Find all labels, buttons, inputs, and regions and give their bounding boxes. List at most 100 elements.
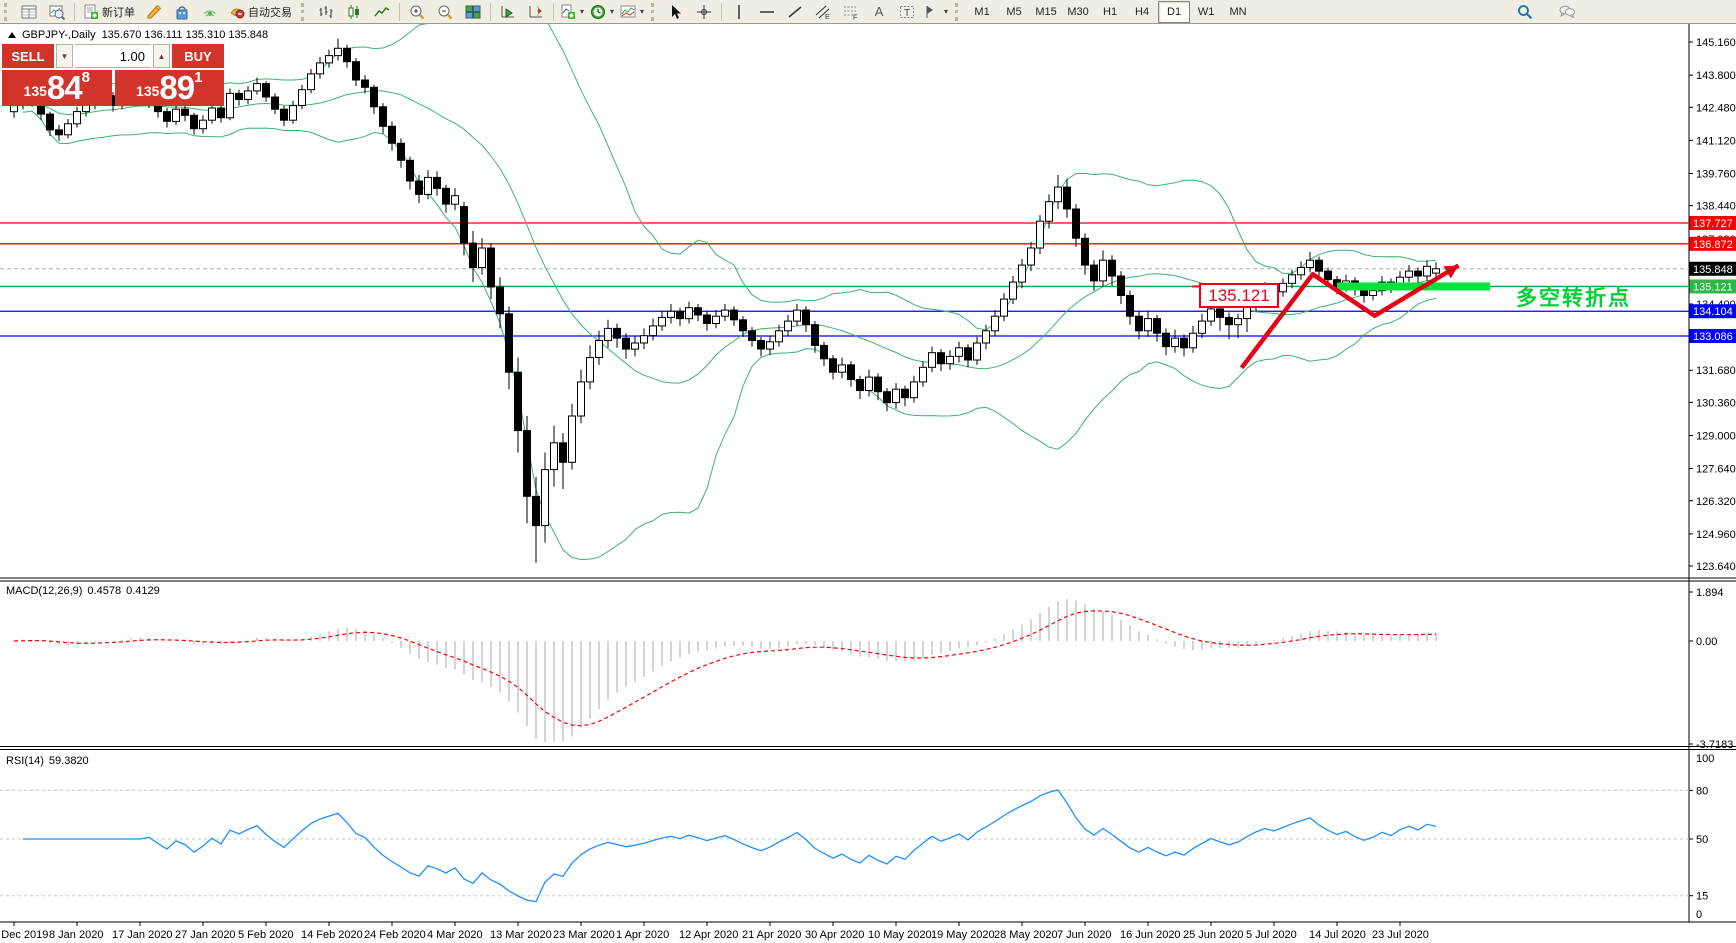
toolbar-drag-handle[interactable] [651, 3, 659, 21]
periods-button[interactable]: ▾ [587, 1, 617, 23]
svg-text:139.760: 139.760 [1696, 168, 1736, 180]
indicators-button[interactable]: ▾ [557, 1, 587, 23]
timeframe-m30-button[interactable]: M30 [1062, 1, 1094, 23]
svg-text:135.848: 135.848 [1693, 264, 1733, 276]
zoom-in-button[interactable] [403, 1, 431, 23]
volume-increase-button[interactable]: ▲ [153, 44, 170, 68]
strategy-tester-button[interactable] [43, 1, 71, 23]
svg-text:30 Apr 2020: 30 Apr 2020 [805, 929, 864, 941]
macd-value-signal: 0.4129 [126, 585, 160, 597]
svg-text:27 Jan 2020: 27 Jan 2020 [175, 929, 236, 941]
svg-text:134.104: 134.104 [1693, 306, 1733, 318]
timeframe-w1-button[interactable]: W1 [1190, 1, 1222, 23]
timeframe-m1-button[interactable]: M1 [966, 1, 998, 23]
timeframe-mn-button[interactable]: MN [1222, 1, 1254, 23]
timeframe-h1-button[interactable]: H1 [1094, 1, 1126, 23]
svg-text:24 Feb 2020: 24 Feb 2020 [364, 929, 426, 941]
bar-chart-button[interactable] [312, 1, 340, 23]
tile-windows-button[interactable] [459, 1, 487, 23]
svg-text:0: 0 [1696, 909, 1702, 921]
buy-price-pip: 1 [194, 71, 202, 85]
svg-text:-3.7183: -3.7183 [1696, 739, 1733, 751]
svg-text:15: 15 [1696, 891, 1708, 903]
fibonacci-tool-button[interactable]: F [837, 1, 865, 23]
svg-text:1 Apr 2020: 1 Apr 2020 [616, 929, 669, 941]
symbol-triangle-icon [8, 32, 16, 38]
svg-text:10 May 2020: 10 May 2020 [868, 929, 932, 941]
buy-button[interactable]: BUY [172, 44, 224, 68]
search-button[interactable] [1511, 1, 1539, 23]
sell-price-big: 84 [47, 73, 82, 103]
toolbar: 新订单 自动交易 ▾ ▾ ▾ E F A T ▾ [0, 0, 1736, 24]
metaeditor-button[interactable] [140, 1, 168, 23]
volume-input[interactable] [75, 44, 151, 68]
sell-price-panel[interactable]: 135 84 8 [2, 70, 112, 106]
toolbar-drag-handle[interactable] [4, 3, 12, 21]
auto-trading-button[interactable]: 自动交易 [224, 1, 297, 23]
macd-title: MACD(12,26,9) [6, 585, 82, 597]
ohlc-values: 135.670 136.111 135.310 135.848 [102, 29, 269, 41]
market-watch-button[interactable] [15, 1, 43, 23]
svg-text:126.320: 126.320 [1696, 496, 1736, 508]
text-tool-button[interactable]: A [865, 1, 893, 23]
sell-price-pip: 8 [82, 71, 90, 85]
signals-button[interactable] [196, 1, 224, 23]
sell-price-figure: 135 [24, 79, 47, 103]
toolbar-drag-handle[interactable] [955, 3, 963, 21]
svg-text:0.00: 0.00 [1696, 636, 1717, 648]
svg-text:136.872: 136.872 [1693, 239, 1733, 251]
auto-trading-label: 自动交易 [248, 4, 292, 20]
rsi-pane-header: RSI(14) 59.3820 [6, 755, 89, 767]
toolbar-drag-handle[interactable] [301, 3, 309, 21]
svg-text:17 Jan 2020: 17 Jan 2020 [112, 929, 173, 941]
buy-price-panel[interactable]: 135 89 1 [115, 70, 225, 106]
market-button[interactable] [168, 1, 196, 23]
svg-text:143.800: 143.800 [1696, 70, 1736, 82]
macd-indicator [14, 599, 1436, 742]
vertical-line-tool-button[interactable] [725, 1, 753, 23]
trendline-tool-button[interactable] [781, 1, 809, 23]
fibo-letter: F [853, 14, 857, 20]
volume-decrease-button[interactable]: ▼ [56, 44, 73, 68]
svg-text:21 Apr 2020: 21 Apr 2020 [742, 929, 801, 941]
sell-button[interactable]: SELL [2, 44, 54, 68]
auto-scroll-button[interactable] [494, 1, 522, 23]
timeframe-m5-button[interactable]: M5 [998, 1, 1030, 23]
svg-text:80: 80 [1696, 785, 1708, 797]
candlestick-chart-button[interactable] [340, 1, 368, 23]
svg-text:19 May 2020: 19 May 2020 [931, 929, 995, 941]
buy-price-big: 89 [159, 73, 194, 103]
text-label-tool-button[interactable]: T [893, 1, 921, 23]
arrows-tool-button[interactable]: ▾ [921, 1, 951, 23]
svg-text:131.680: 131.680 [1696, 365, 1736, 377]
templates-button[interactable]: ▾ [617, 1, 647, 23]
macd-pane-header: MACD(12,26,9) 0.4578 0.4129 [6, 585, 160, 597]
crosshair-tool-button[interactable] [690, 1, 718, 23]
chart-canvas[interactable]: 145.160143.800142.480141.120139.760138.4… [0, 0, 1736, 943]
channel-tool-button[interactable]: E [809, 1, 837, 23]
new-order-label: 新订单 [102, 4, 135, 20]
horizontal-line-tool-button[interactable] [753, 1, 781, 23]
svg-text:50: 50 [1696, 834, 1708, 846]
turning-point-annotation[interactable]: 多空转折点 [1516, 282, 1631, 312]
rsi-indicator [23, 790, 1436, 902]
svg-text:127.640: 127.640 [1696, 464, 1736, 476]
zoom-out-button[interactable] [431, 1, 459, 23]
svg-text:16 Jun 2020: 16 Jun 2020 [1120, 929, 1181, 941]
svg-text:135.121: 135.121 [1693, 281, 1733, 293]
svg-text:130.360: 130.360 [1696, 397, 1736, 409]
line-chart-button[interactable] [368, 1, 396, 23]
chat-button[interactable] [1553, 1, 1581, 23]
timeframe-h4-button[interactable]: H4 [1126, 1, 1158, 23]
price-annotation-label[interactable]: 135.121 [1199, 283, 1279, 308]
svg-text:100: 100 [1696, 753, 1714, 765]
rsi-value: 59.3820 [49, 755, 89, 767]
new-order-button[interactable]: 新订单 [78, 1, 140, 23]
svg-text:12 Apr 2020: 12 Apr 2020 [679, 929, 738, 941]
cursor-tool-button[interactable] [662, 1, 690, 23]
chart-shift-button[interactable] [522, 1, 550, 23]
timeframe-d1-button[interactable]: D1 [1158, 1, 1190, 23]
timeframe-m15-button[interactable]: M15 [1030, 1, 1062, 23]
svg-text:145.160: 145.160 [1696, 37, 1736, 49]
svg-text:7 Jun 2020: 7 Jun 2020 [1057, 929, 1111, 941]
